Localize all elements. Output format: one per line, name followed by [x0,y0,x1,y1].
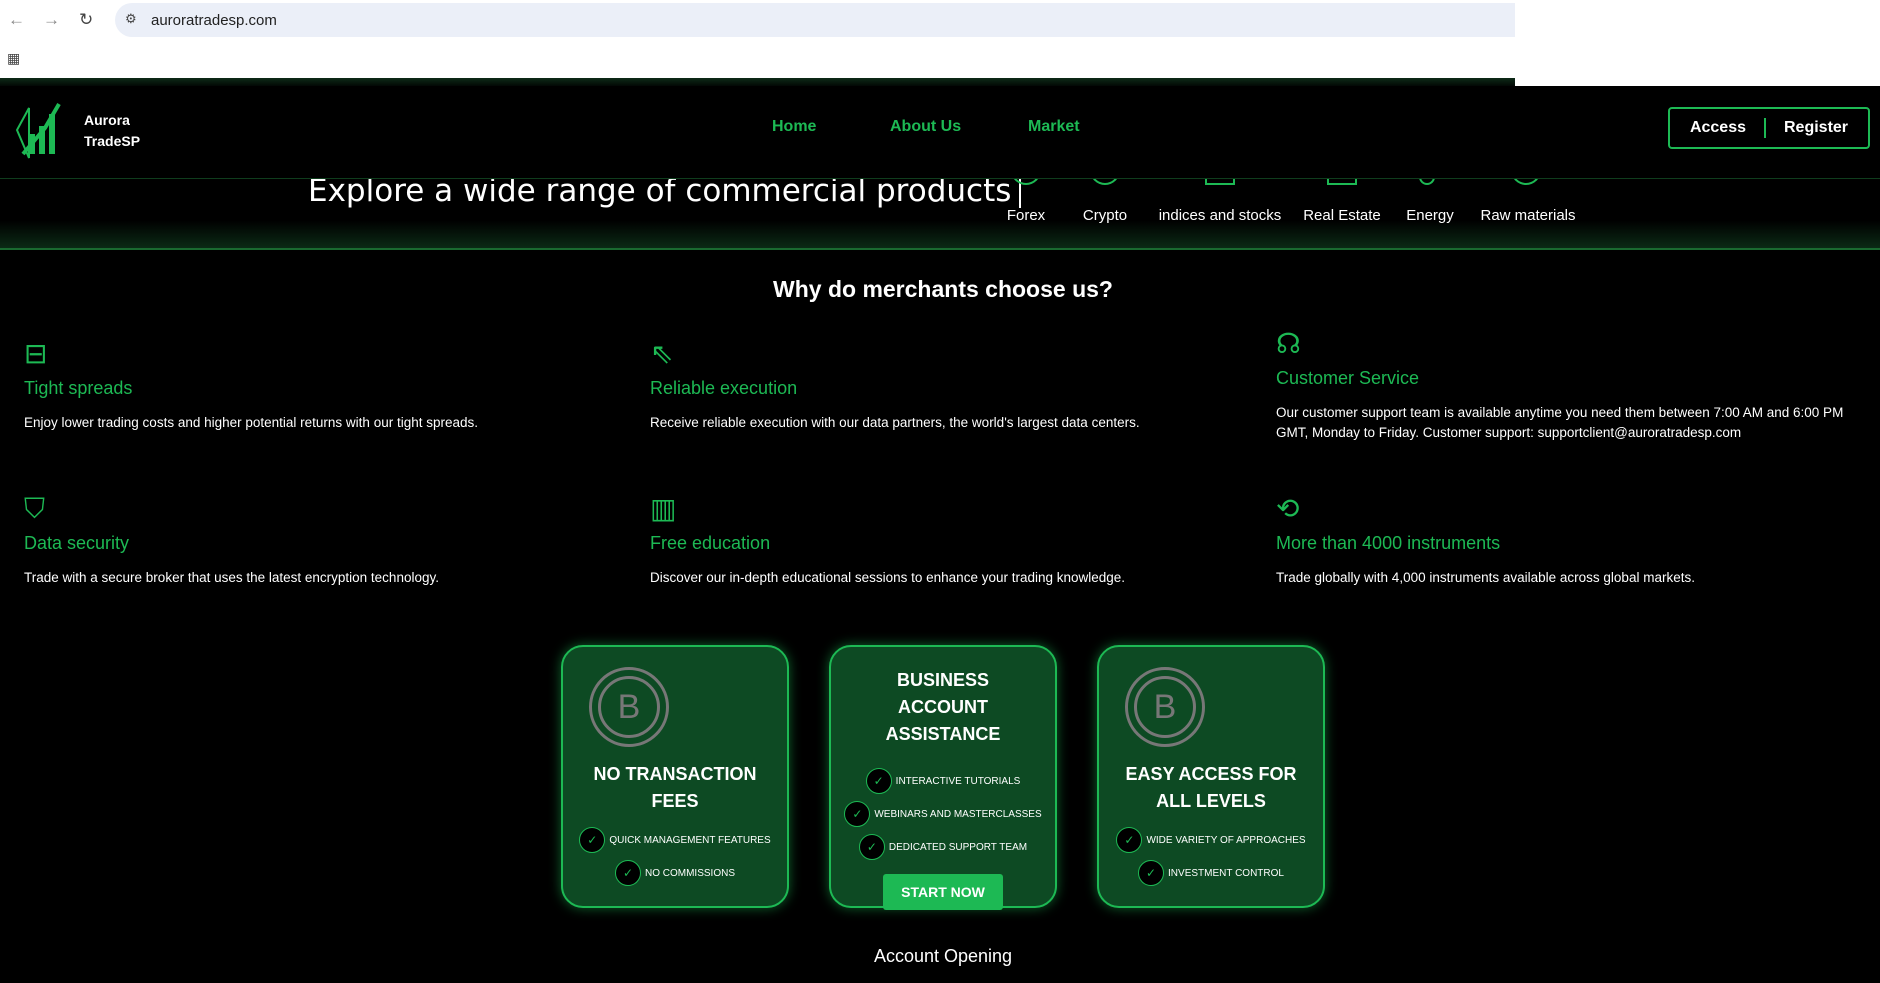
register-button[interactable]: Register [1784,119,1848,137]
category-crypto[interactable]: Crypto [1083,207,1127,224]
browser-chrome: ← → ↻ ⚙ auroratradesp.com ▦ [0,0,1880,86]
nav-home[interactable]: Home [772,118,816,136]
feature-instruments: ⟲ More than 4000 instruments Trade globall… [1276,491,1876,588]
card-title: NO TRANSACTION FEES [593,764,757,811]
card-item: ✓ WIDE VARIETY OF APPROACHES [1099,827,1323,853]
feature-title: Reliable execution [650,378,798,398]
card-item-label: WIDE VARIETY OF APPROACHES [1146,834,1306,846]
reload-icon[interactable]: ↻ [79,10,93,30]
card-business-account: BUSINESS ACCOUNT ASSISTANCE ✓ INTERACTIVE… [829,645,1057,910]
brand-line: Aurora [84,112,130,128]
check-icon: ✓ [858,834,885,860]
back-icon[interactable]: ← [8,10,25,30]
card-item: ✓ QUICK MANAGEMENT FEATURES [563,827,787,853]
brand-line: TradeSP [84,133,141,149]
auth-box: Access Register [1668,107,1870,149]
forward-icon[interactable]: → [43,10,60,30]
feature-free-education: ▥ Free education Discover our in-depth edu… [650,491,1250,588]
stocks-icon [1205,179,1235,185]
card-item-label: WEBINARS AND MASTERCLASSES [874,808,1042,820]
card-item: ✓ INTERACTIVE TUTORIALS [831,768,1055,794]
card-item-label: DEDICATED SUPPORT TEAM [888,841,1028,853]
apps-grid-icon[interactable]: ▦ [7,50,20,67]
category-real-estate[interactable]: Real Estate [1303,207,1381,224]
spread-icon: ⊟ [24,338,48,369]
bitcoin-icon: B [1125,667,1205,747]
card-item-label: INTERACTIVE TUTORIALS [895,775,1021,787]
card-item: ✓ DEDICATED SUPPORT TEAM [831,834,1055,860]
check-icon: ✓ [865,768,892,794]
check-icon: ✓ [1138,860,1165,886]
real-estate-icon [1327,179,1357,185]
shield-check-icon: ⛉ [24,493,46,524]
access-button[interactable]: Access [1690,119,1746,137]
hero-text: Explore a wide range of commercial produ… [308,178,1022,209]
card-title: EASY ACCESS FOR ALL LEVELS [1125,764,1297,811]
hero-band: Explore a wide range of commercial produ… [0,178,1880,250]
logo-icon[interactable] [15,100,73,160]
card-no-transaction-fees: B NO TRANSACTION FEES ✓ QUICK MANAGEMENT … [561,645,789,908]
nav-market[interactable]: Market [1028,118,1080,136]
site-info-icon[interactable]: ⚙ [125,11,137,27]
nav-about-us[interactable]: About Us [890,118,961,136]
check-icon: ✓ [579,827,606,853]
feature-desc: Trade globally with 4,000 instruments av… [1276,570,1695,585]
card-item: ✓ WEBINARS AND MASTERCLASSES [831,801,1055,827]
feature-desc: Receive reliable execution with our data… [650,415,1140,430]
feature-title: Free education [650,533,771,553]
refresh-icon: ⟲ [1276,493,1300,524]
feature-title: Customer Service [1276,368,1420,388]
category-indices-stocks[interactable]: indices and stocks [1159,207,1282,224]
category-energy[interactable]: Energy [1406,207,1454,224]
check-icon: ✓ [844,801,871,827]
feature-desc: Our customer support team is available a… [1276,405,1844,440]
card-title: BUSINESS ACCOUNT ASSISTANCE [885,670,1001,744]
start-now-button[interactable]: START NOW [883,874,1003,910]
books-icon: ▥ [650,493,677,524]
check-icon: ✓ [1116,827,1143,853]
address-bar[interactable]: ⚙ auroratradesp.com [115,3,1515,37]
account-opening-heading: Account Opening [873,946,1013,966]
feature-title: Tight spreads [24,378,133,398]
feature-customer-service: ☊ Customer Service Our customer support te… [1276,326,1876,443]
section-title: Why do merchants choose us? [773,276,1113,302]
cursor-click-icon: ⇖ [650,338,674,369]
feature-desc: Discover our in-depth educational sessio… [650,570,1126,585]
bitcoin-icon: B [589,667,669,747]
category-forex[interactable]: Forex [1007,207,1045,224]
crypto-icon [1090,179,1120,185]
card-item-label: NO COMMISSIONS [644,867,735,879]
feature-title: More than 4000 instruments [1276,533,1501,553]
card-item: ✓ INVESTMENT CONTROL [1099,860,1323,886]
card-easy-access: B EASY ACCESS FOR ALL LEVELS ✓ WIDE VARIE… [1097,645,1325,908]
card-item-label: QUICK MANAGEMENT FEATURES [609,834,771,846]
card-item-label: INVESTMENT CONTROL [1168,867,1284,879]
site-header: Aurora TradeSP Home About Us Market Acces… [0,86,1880,178]
headset-icon: ☊ [1276,328,1301,359]
hero-heading: Explore a wide range of commercial produ… [308,178,1012,209]
feature-title: Data security [24,533,130,553]
card-item: ✓ NO COMMISSIONS [563,860,787,886]
url-text: auroratradesp.com [151,11,277,29]
divider [1764,118,1766,138]
feature-desc: Trade with a secure broker that uses the… [24,570,439,585]
feature-reliable-execution: ⇖ Reliable execution Receive reliable exec… [650,336,1250,433]
feature-data-security: ⛉ Data security Trade with a secure broker… [24,491,624,588]
category-raw-materials[interactable]: Raw materials [1480,207,1575,224]
check-icon: ✓ [614,860,641,886]
energy-icon [1419,179,1435,185]
feature-tight-spreads: ⊟ Tight spreads Enjoy lower trading costs … [24,336,624,433]
feature-desc: Enjoy lower trading costs and higher pot… [24,415,478,430]
brand-name[interactable]: Aurora TradeSP [84,110,140,152]
raw-materials-icon [1511,179,1541,185]
